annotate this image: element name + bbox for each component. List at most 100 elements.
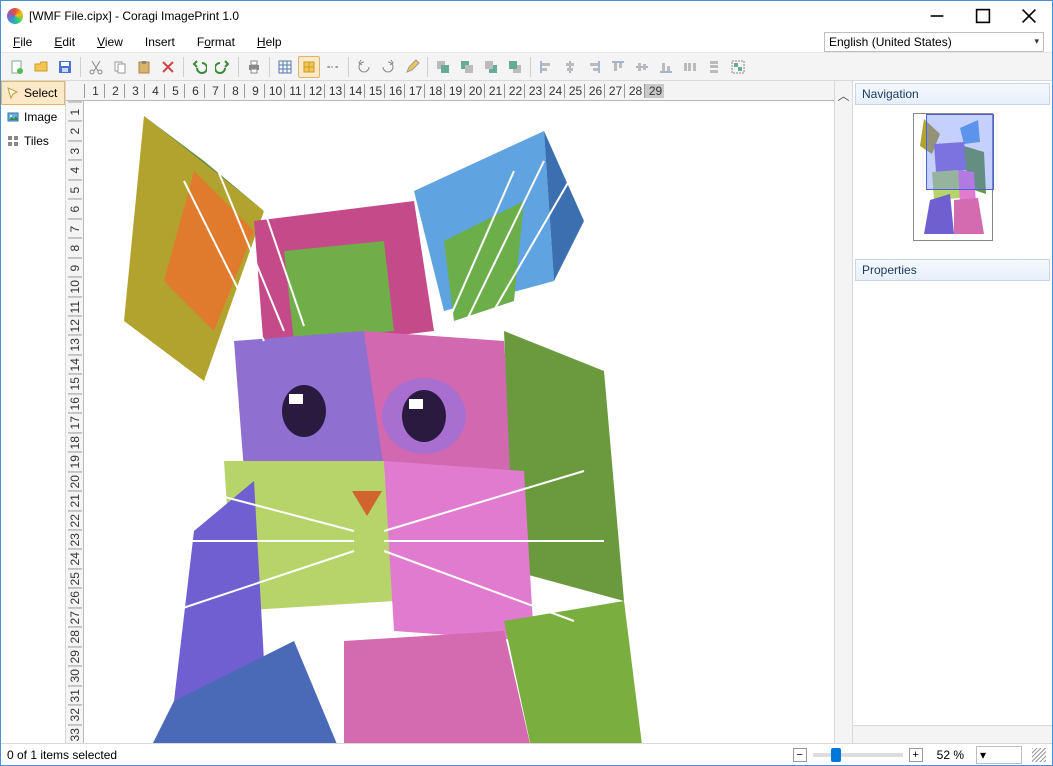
ruler-tick: 25 <box>68 568 82 587</box>
navigation-viewport[interactable] <box>926 114 994 190</box>
align-left-button[interactable] <box>535 56 557 78</box>
zoom-in-button[interactable]: + <box>909 748 923 762</box>
pencil-button[interactable] <box>401 56 423 78</box>
rotate-left-button[interactable] <box>353 56 375 78</box>
properties-panel-header[interactable]: Properties <box>855 259 1050 281</box>
open-button[interactable] <box>30 56 52 78</box>
guides-button[interactable] <box>322 56 344 78</box>
close-button[interactable] <box>1006 1 1052 31</box>
ruler-tick: 21 <box>68 490 82 509</box>
minimize-button[interactable] <box>914 1 960 31</box>
print-button[interactable] <box>243 56 265 78</box>
sidebar-item-tiles[interactable]: Tiles <box>1 129 65 153</box>
panel-collapse-toggle[interactable]: ︿ <box>834 81 852 743</box>
ruler-tick: 10 <box>68 276 82 295</box>
new-doc-icon <box>9 59 25 75</box>
align-center-button[interactable] <box>559 56 581 78</box>
zoom-slider-thumb[interactable] <box>831 748 841 762</box>
ruler-tick: 30 <box>68 665 82 684</box>
align-top-button[interactable] <box>607 56 629 78</box>
cut-button[interactable] <box>85 56 107 78</box>
bring-front-button[interactable] <box>504 56 526 78</box>
ruler-tick: 10 <box>264 84 284 98</box>
copy-button[interactable] <box>109 56 131 78</box>
statusbar: 0 of 1 items selected − + 52 % ▾ <box>1 743 1052 765</box>
menu-edit[interactable]: Edit <box>50 33 79 51</box>
sidebar-item-image[interactable]: Image <box>1 105 65 129</box>
send-back-icon <box>435 59 451 75</box>
ruler-tick: 33 <box>68 724 82 743</box>
ruler-tick: 20 <box>68 471 82 490</box>
sidebar-item-select[interactable]: Select <box>1 81 65 105</box>
resize-grip-icon[interactable] <box>1032 748 1046 762</box>
bring-forward-button[interactable] <box>480 56 502 78</box>
send-backward-button[interactable] <box>456 56 478 78</box>
image-icon <box>6 110 20 124</box>
navigation-panel-header[interactable]: Navigation <box>855 83 1050 105</box>
menu-file[interactable]: File <box>9 33 36 51</box>
redo-button[interactable] <box>212 56 234 78</box>
paste-button[interactable] <box>133 56 155 78</box>
vertical-ruler[interactable]: 1234567891011121314151617181920212223242… <box>66 101 84 743</box>
zoom-out-button[interactable]: − <box>793 748 807 762</box>
ruler-tick: 18 <box>68 432 82 451</box>
selection-status: 0 of 1 items selected <box>7 748 117 762</box>
sidebar-tiles-label: Tiles <box>24 134 49 148</box>
grid-button[interactable] <box>274 56 296 78</box>
chevron-down-icon: ▾ <box>980 748 986 762</box>
ruler-tick: 16 <box>384 84 404 98</box>
distribute-v-icon <box>706 59 722 75</box>
ruler-tick: 11 <box>68 296 82 315</box>
align-top-icon <box>610 59 626 75</box>
ruler-tick: 21 <box>484 84 504 98</box>
align-bottom-button[interactable] <box>655 56 677 78</box>
zoom-slider[interactable] <box>813 753 903 757</box>
send-back-button[interactable] <box>432 56 454 78</box>
rotate-left-icon <box>356 59 372 75</box>
align-right-button[interactable] <box>583 56 605 78</box>
ruler-tick: 26 <box>584 84 604 98</box>
app-window: [WMF File.cipx] - Coragi ImagePrint 1.0 … <box>0 0 1053 766</box>
horizontal-ruler[interactable]: 1234567891011121314151617181920212223242… <box>66 81 834 101</box>
rotate-right-icon <box>380 59 396 75</box>
distribute-h-button[interactable] <box>679 56 701 78</box>
group-button[interactable] <box>727 56 749 78</box>
language-select[interactable]: English (United States) ▾ <box>824 32 1044 52</box>
ruler-tick: 19 <box>444 84 464 98</box>
zoom-dropdown[interactable]: ▾ <box>976 746 1022 764</box>
ruler-tick: 5 <box>164 84 184 98</box>
ruler-tick: 15 <box>68 373 82 392</box>
align-middle-icon <box>634 59 650 75</box>
ruler-tick: 12 <box>68 315 82 334</box>
panel-scrollbar[interactable] <box>853 725 1052 743</box>
app-icon <box>7 8 23 24</box>
ruler-tick: 23 <box>524 84 544 98</box>
body: Select Image Tiles 123456789101112131415… <box>1 81 1052 743</box>
maximize-button[interactable] <box>960 1 1006 31</box>
ruler-tick: 17 <box>404 84 424 98</box>
ruler-tick: 19 <box>68 451 82 470</box>
menu-insert[interactable]: Insert <box>141 33 179 51</box>
distribute-v-button[interactable] <box>703 56 725 78</box>
ruler-tick: 8 <box>224 84 244 98</box>
menu-help[interactable]: Help <box>253 33 286 51</box>
ruler-tick: 9 <box>68 257 82 276</box>
align-middle-button[interactable] <box>631 56 653 78</box>
delete-icon <box>160 59 176 75</box>
rotate-right-button[interactable] <box>377 56 399 78</box>
cut-icon <box>88 59 104 75</box>
new-button[interactable] <box>6 56 28 78</box>
ruler-tick: 18 <box>424 84 444 98</box>
ruler-tick: 2 <box>104 84 124 98</box>
menu-view[interactable]: View <box>93 33 127 51</box>
menu-format[interactable]: Format <box>193 33 239 51</box>
stretch-button[interactable] <box>298 56 320 78</box>
save-button[interactable] <box>54 56 76 78</box>
delete-button[interactable] <box>157 56 179 78</box>
save-icon <box>57 59 73 75</box>
undo-button[interactable] <box>188 56 210 78</box>
canvas[interactable] <box>84 101 834 743</box>
navigation-thumbnail[interactable] <box>913 113 993 241</box>
ruler-tick: 12 <box>304 84 324 98</box>
sidebar-image-label: Image <box>24 110 57 124</box>
